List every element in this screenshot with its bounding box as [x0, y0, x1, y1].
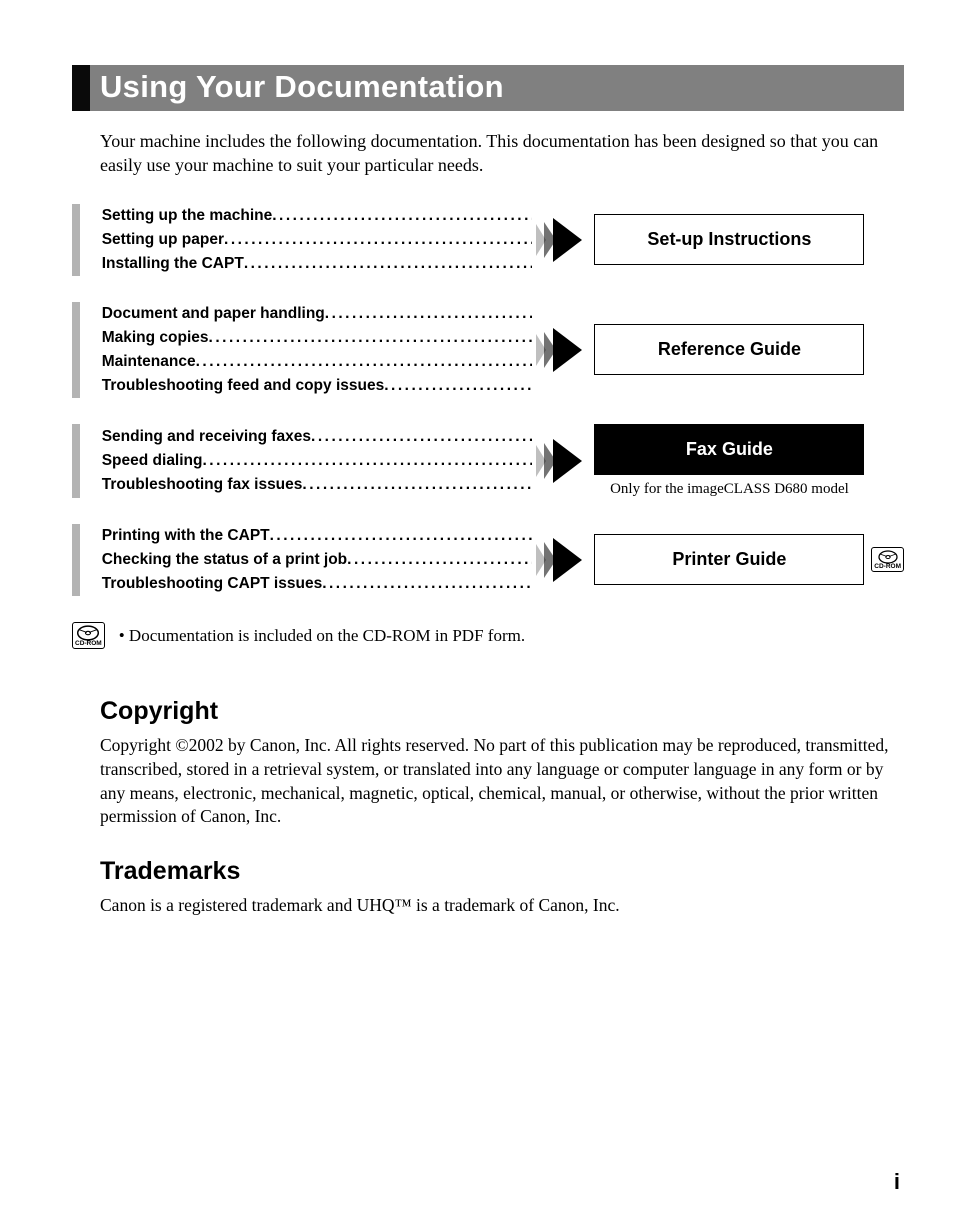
topic-row: Document and paper handling.............…	[102, 302, 532, 326]
leader-dots: ........................................…	[384, 374, 532, 398]
arrow-icon	[532, 328, 590, 372]
leader-dots: ........................................…	[209, 326, 532, 350]
guide-box-column: Fax Guide Only for the imageCLASS D680 m…	[590, 424, 870, 498]
page-number: i	[894, 1169, 900, 1195]
topic-row: Speed dialing...........................…	[102, 449, 532, 473]
topic-row: Printing with the CAPT..................…	[102, 524, 532, 548]
footnote-text: • Documentation is included on the CD-RO…	[119, 626, 525, 646]
topic-label: Document and paper handling	[102, 302, 325, 326]
topic-label: Troubleshooting CAPT issues	[102, 572, 322, 596]
topic-row: Setting up paper........................…	[102, 228, 532, 252]
guide-note: Only for the imageCLASS D680 model	[610, 481, 849, 498]
topic-row: Troubleshooting CAPT issues.............…	[102, 572, 532, 596]
topic-row: Checking the status of a print job......…	[102, 548, 532, 572]
guide-box-column: Set-up Instructions	[590, 214, 870, 265]
topic-label: Sending and receiving faxes	[102, 425, 311, 449]
cdrom-icon: CD-ROM	[72, 622, 105, 650]
leader-dots: ........................................…	[224, 228, 532, 252]
guide-accent	[72, 204, 80, 276]
topic-row: Sending and receiving faxes.............…	[102, 425, 532, 449]
guide-block-setup: Setting up the machine..................…	[72, 204, 904, 276]
guide-topics: Printing with the CAPT..................…	[102, 524, 532, 596]
topic-row: Setting up the machine..................…	[102, 204, 532, 228]
guide-topics: Setting up the machine..................…	[102, 204, 532, 276]
topic-label: Installing the CAPT	[102, 252, 244, 276]
copyright-body: Copyright ©2002 by Canon, Inc. All right…	[100, 734, 904, 829]
leader-dots: ........................................…	[302, 473, 531, 497]
arrow-icon	[532, 538, 590, 582]
guide-block-fax: Sending and receiving faxes.............…	[72, 424, 904, 498]
topic-label: Troubleshooting fax issues	[102, 473, 303, 497]
topic-row: Installing the CAPT.....................…	[102, 252, 532, 276]
guide-accent	[72, 302, 80, 398]
leader-dots: ........................................…	[244, 252, 532, 276]
guide-topics: Sending and receiving faxes.............…	[102, 425, 532, 497]
topic-label: Speed dialing	[102, 449, 203, 473]
topic-label: Printing with the CAPT	[102, 524, 270, 548]
copyright-heading: Copyright	[100, 697, 904, 726]
topic-row: Troubleshooting fax issues..............…	[102, 473, 532, 497]
topic-row: Making copies...........................…	[102, 326, 532, 350]
guide-box-column: Printer Guide	[590, 534, 870, 585]
leader-dots: ........................................…	[325, 302, 532, 326]
cdrom-icon: CD-ROM	[871, 547, 904, 573]
leader-dots: ........................................…	[272, 204, 531, 228]
trademarks-body: Canon is a registered trademark and UHQ™…	[100, 894, 904, 918]
leader-dots: ........................................…	[322, 572, 532, 596]
trademarks-heading: Trademarks	[100, 857, 904, 886]
title-accent	[72, 65, 90, 111]
cdrom-footnote: CD-ROM • Documentation is included on th…	[72, 622, 904, 650]
guide-accent	[72, 524, 80, 596]
intro-paragraph: Your machine includes the following docu…	[100, 129, 904, 178]
guide-block-printer: Printing with the CAPT..................…	[72, 524, 904, 596]
page-title: Using Your Documentation	[90, 65, 904, 111]
leader-dots: ........................................…	[311, 425, 532, 449]
cdrom-label: CD-ROM	[75, 641, 102, 648]
cdrom-label: CD-ROM	[874, 564, 901, 571]
guide-accent	[72, 424, 80, 498]
leader-dots: ........................................…	[347, 548, 532, 572]
guide-box-column: Reference Guide	[590, 324, 870, 375]
topic-label: Checking the status of a print job	[102, 548, 347, 572]
page-title-bar: Using Your Documentation	[72, 65, 904, 111]
leader-dots: ........................................…	[196, 350, 532, 374]
cdrom-slot: CD-ROM	[869, 547, 904, 573]
topic-row: Maintenance.............................…	[102, 350, 532, 374]
guide-box-printer-guide: Printer Guide	[594, 534, 864, 585]
guide-box-setup-instructions: Set-up Instructions	[594, 214, 864, 265]
topic-label: Setting up the machine	[102, 204, 273, 228]
topic-label: Making copies	[102, 326, 209, 350]
topic-label: Maintenance	[102, 350, 196, 374]
topic-label: Setting up paper	[102, 228, 224, 252]
leader-dots: ........................................…	[270, 524, 532, 548]
topic-row: Troubleshooting feed and copy issues....…	[102, 374, 532, 398]
arrow-icon	[532, 218, 590, 262]
guide-box-fax-guide: Fax Guide	[594, 424, 864, 475]
leader-dots: ........................................…	[202, 449, 531, 473]
topic-label: Troubleshooting feed and copy issues	[102, 374, 385, 398]
guide-box-reference-guide: Reference Guide	[594, 324, 864, 375]
guide-block-reference: Document and paper handling.............…	[72, 302, 904, 398]
arrow-icon	[532, 439, 590, 483]
guide-topics: Document and paper handling.............…	[102, 302, 532, 398]
